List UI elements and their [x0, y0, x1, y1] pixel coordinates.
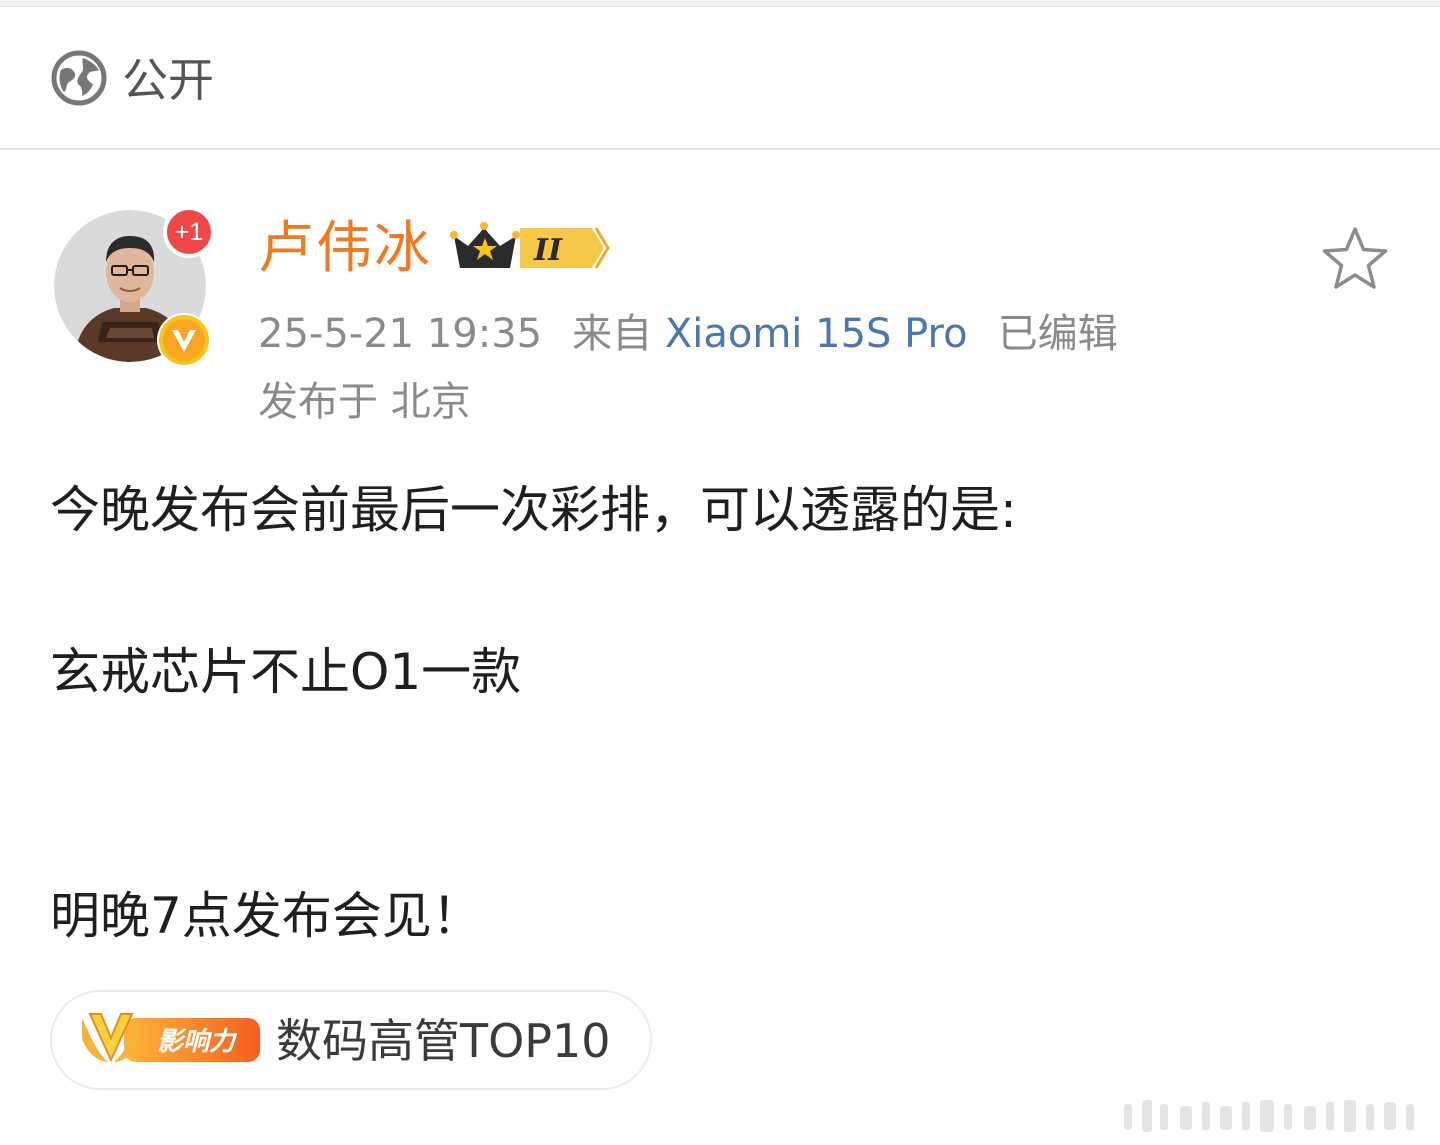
- post-timestamp: 25-5-21 19:35: [258, 311, 543, 357]
- topic-label: 数码高管TOP10: [276, 1014, 611, 1068]
- star-icon[interactable]: [1320, 224, 1390, 294]
- crown-level-badge[interactable]: II: [450, 218, 610, 278]
- influence-badge-text: 影响力: [157, 1027, 238, 1057]
- crown-level-text: II: [533, 233, 563, 268]
- visibility-row[interactable]: 公开: [0, 6, 1440, 150]
- watermark-icon: [1124, 1100, 1414, 1132]
- visibility-label: 公开: [122, 53, 214, 107]
- post-text-line: 明晚7点发布会见！: [50, 887, 482, 945]
- author-name[interactable]: 卢伟冰: [258, 214, 432, 284]
- globe-icon: [51, 50, 107, 106]
- influence-badge: 影响力: [82, 1013, 260, 1063]
- post-text-line: 玄戒芯片不止O1一款: [50, 643, 522, 701]
- verified-v-icon: [157, 313, 211, 367]
- device-link[interactable]: Xiaomi 15S Pro: [665, 311, 968, 357]
- follow-count-badge: +1: [163, 206, 215, 258]
- post-meta: 25-5-21 19:35 来自 Xiaomi 15S Pro 已编辑: [258, 306, 1118, 362]
- post-text-line: 今晚发布会前最后一次彩排，可以透露的是:: [50, 481, 1017, 539]
- post-location: 发布于 北京: [258, 379, 471, 425]
- topic-chip[interactable]: 影响力 数码高管TOP10: [50, 990, 652, 1090]
- source-prefix: 来自: [572, 311, 653, 357]
- edited-label[interactable]: 已编辑: [998, 311, 1118, 357]
